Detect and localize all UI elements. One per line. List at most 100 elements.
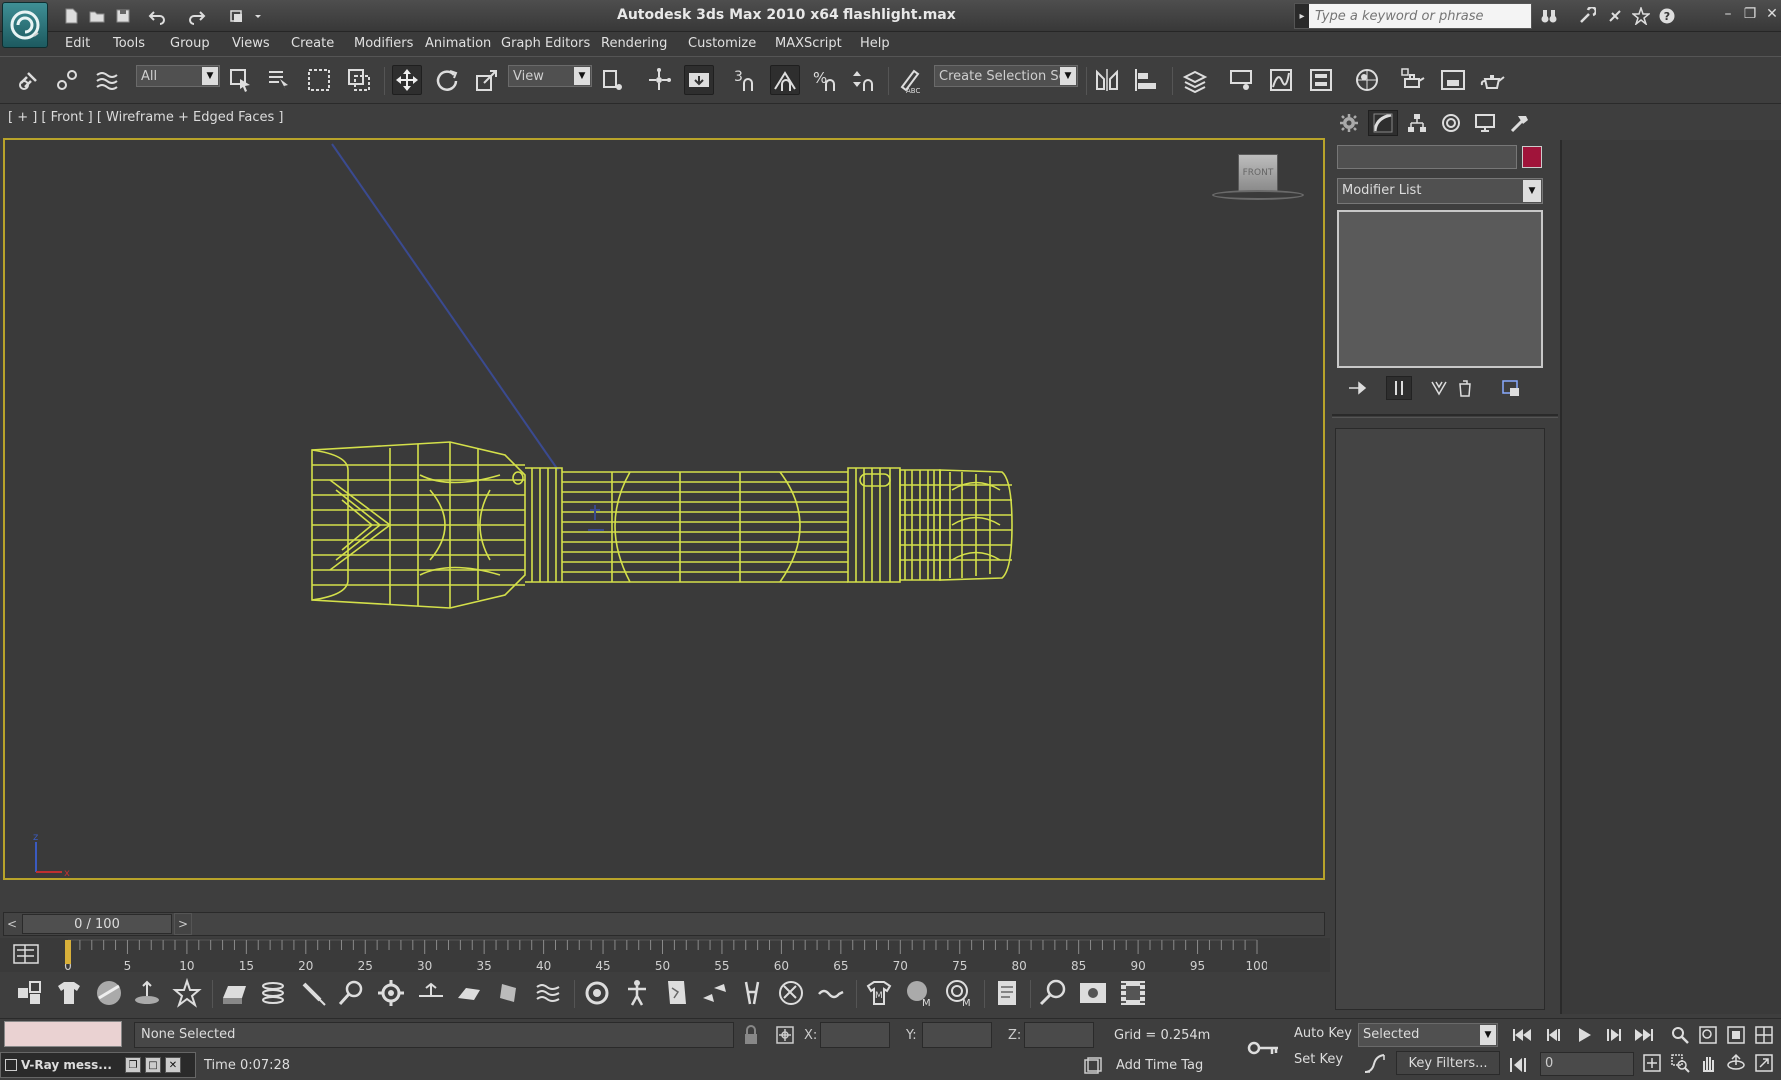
viewport-label-menu[interactable]: [ + ] [ Front ] [ Wireframe + Edged Face… [8, 110, 283, 125]
mtl-rigid-button[interactable]: M [942, 976, 976, 1010]
auto-key-button[interactable]: Auto Key [1294, 1026, 1354, 1048]
quick-access-dropdown[interactable] [250, 6, 266, 26]
schematic-view-button[interactable] [1306, 65, 1336, 95]
reference-coordinate-dropdown[interactable]: View ▼ [508, 65, 592, 87]
bind-space-warp-button[interactable] [92, 65, 122, 95]
remove-modifier-button[interactable] [1452, 376, 1478, 400]
quick-render-button[interactable] [1478, 65, 1508, 95]
pivot-center-button[interactable] [598, 65, 628, 95]
preview-window-button[interactable] [1076, 976, 1110, 1010]
spinner-snap-button[interactable] [850, 65, 880, 95]
maxscript-listener-field[interactable] [4, 1021, 122, 1047]
menu-edit[interactable]: Edit [65, 36, 90, 51]
maximize-icon[interactable]: □ [145, 1057, 161, 1073]
menu-modifiers[interactable]: Modifiers [354, 36, 413, 51]
undo-button[interactable] [146, 6, 168, 26]
object-name-field[interactable] [1337, 145, 1517, 169]
set-key-button[interactable]: Set Key [1294, 1052, 1354, 1074]
angle-snap-button[interactable] [770, 65, 800, 95]
rope-button[interactable] [256, 976, 290, 1010]
world-analysis-button[interactable] [1036, 976, 1070, 1010]
modifier-list-dropdown[interactable]: Modifier List ▼ [1337, 178, 1543, 204]
constraint-button[interactable] [170, 976, 204, 1010]
go-to-end-button[interactable] [1630, 1024, 1658, 1046]
menu-help[interactable]: Help [860, 36, 890, 51]
minimize-icon[interactable]: – [1720, 6, 1736, 22]
mirror-button[interactable] [1092, 65, 1122, 95]
previous-frame-button[interactable] [1540, 1024, 1568, 1046]
zoom-region-button[interactable] [1668, 1052, 1692, 1074]
viewcube[interactable]: FRONT [1238, 154, 1278, 192]
close-icon[interactable]: ✕ [1764, 6, 1780, 22]
current-frame-field[interactable]: 0 [1540, 1052, 1634, 1076]
rect-selection-button[interactable] [304, 65, 334, 95]
material-editor-button[interactable] [1352, 65, 1382, 95]
menu-tools[interactable]: Tools [113, 36, 145, 51]
redo-button[interactable] [186, 6, 208, 26]
unlink-button[interactable] [52, 65, 82, 95]
time-slider-prev-button[interactable]: < [3, 913, 21, 935]
reactor-button[interactable] [92, 976, 126, 1010]
align-button[interactable] [1132, 65, 1162, 95]
tab-utilities[interactable] [1504, 110, 1534, 136]
open-mini-curve-editor-button[interactable] [12, 942, 42, 968]
vray-message-window[interactable]: V-Ray mess... ❐ □ ✕ [0, 1052, 196, 1078]
flashlight-wireframe[interactable] [300, 430, 1040, 620]
analyze-world-button[interactable] [774, 976, 808, 1010]
go-to-start-button[interactable] [1508, 1024, 1536, 1046]
z-coordinate-field[interactable] [1024, 1022, 1094, 1048]
set-keys-icon[interactable] [1246, 1036, 1280, 1060]
configure-modifier-sets-button[interactable] [1498, 376, 1524, 400]
time-slider-thumb[interactable]: 0 / 100 [22, 914, 172, 934]
close-icon[interactable]: ✕ [165, 1057, 181, 1073]
motor-button[interactable] [452, 976, 486, 1010]
time-slider-next-button[interactable]: > [174, 913, 192, 935]
restore-icon[interactable]: ❐ [1742, 6, 1758, 22]
percent-snap-button[interactable]: % [810, 65, 840, 95]
select-manipulate-button[interactable] [644, 65, 674, 95]
maximize-viewport-button[interactable] [1752, 1052, 1776, 1074]
menu-maxscript[interactable]: MAXScript [775, 36, 842, 51]
hinge-button[interactable] [736, 976, 770, 1010]
play-button[interactable] [1570, 1024, 1598, 1046]
orbit-button[interactable] [1724, 1052, 1748, 1074]
subscription-button[interactable] [1576, 6, 1598, 26]
layer-manager-button[interactable] [1180, 65, 1210, 95]
select-object-button[interactable] [226, 65, 256, 95]
object-color-swatch[interactable] [1522, 146, 1542, 168]
wind-button[interactable] [492, 976, 526, 1010]
key-filters-button[interactable]: Key Filters... [1396, 1051, 1500, 1075]
menu-views[interactable]: Views [232, 36, 270, 51]
key-mode-selection-dropdown[interactable]: Selected ▼ [1358, 1023, 1498, 1047]
default-tangent-button[interactable] [1362, 1052, 1388, 1076]
tab-motion[interactable] [1436, 110, 1466, 136]
keyboard-shortcut-override-button[interactable] [684, 65, 714, 95]
tab-modify[interactable] [1368, 110, 1398, 136]
rigid-body-button[interactable] [130, 976, 164, 1010]
toy-car-button[interactable] [580, 976, 614, 1010]
menu-animation[interactable]: Animation [425, 36, 491, 51]
save-file-button[interactable] [112, 6, 134, 26]
y-coordinate-field[interactable] [922, 1022, 992, 1048]
help-button[interactable]: ? [1656, 6, 1678, 26]
absolute-mode-transform-toggle[interactable] [774, 1024, 796, 1046]
softbody-button[interactable] [296, 976, 330, 1010]
link-button[interactable] [14, 65, 44, 95]
time-slider-track[interactable] [3, 912, 1325, 936]
show-end-result-button[interactable] [1386, 376, 1412, 400]
favorites-button[interactable] [1630, 6, 1652, 26]
project-folder-button[interactable] [226, 6, 248, 26]
window-crossing-button[interactable] [344, 65, 374, 95]
edit-named-selection-button[interactable]: ABC [894, 65, 924, 95]
zoom-extents-button[interactable] [1724, 1024, 1748, 1046]
zoom-button[interactable] [1668, 1024, 1692, 1046]
search-collapse-arrow[interactable]: ▸ [1295, 4, 1309, 28]
select-scale-button[interactable] [472, 65, 502, 95]
menu-customize[interactable]: Customize [688, 36, 756, 51]
make-unique-button[interactable] [1426, 376, 1452, 400]
tab-display[interactable] [1470, 110, 1500, 136]
viewcube-compass-ring[interactable] [1212, 190, 1304, 200]
named-selection-dropdown[interactable]: Create Selection Se ▼ [934, 65, 1078, 87]
menu-group[interactable]: Group [170, 36, 210, 51]
binoculars-button[interactable] [1538, 6, 1560, 26]
